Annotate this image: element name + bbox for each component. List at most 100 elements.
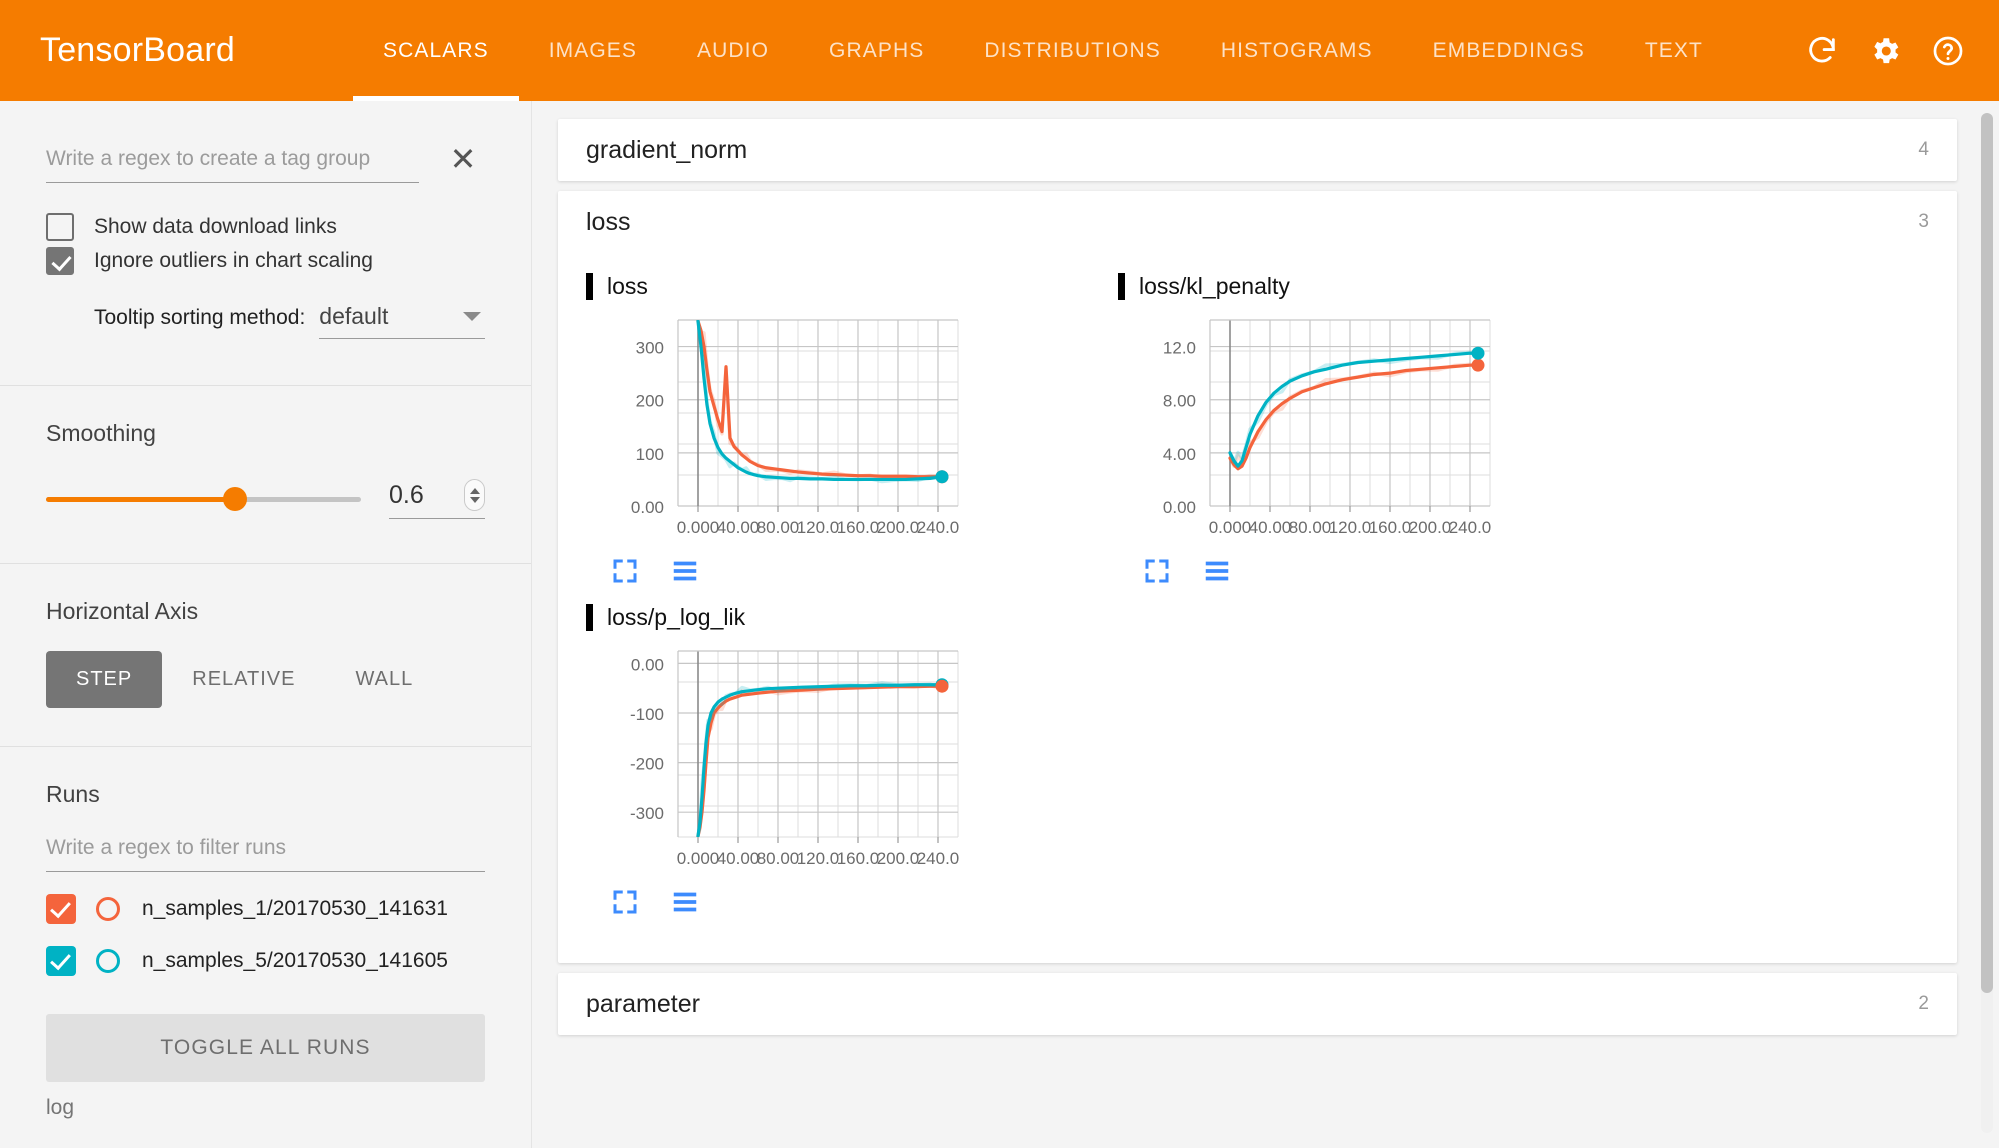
run-checkbox[interactable]	[46, 946, 76, 976]
chart-options: Show data download links Ignore outliers…	[0, 213, 531, 383]
svg-text:160.0: 160.0	[1369, 518, 1412, 537]
section-title: gradient_norm	[586, 135, 748, 164]
chart-plot[interactable]: 0.00 -100 -200 -300 0.000 40.00 80.00 120.0 160.…	[586, 641, 1118, 881]
ignore-outliers-row[interactable]: Ignore outliers in chart scaling	[46, 247, 485, 275]
stepper-up-icon[interactable]	[469, 487, 480, 494]
toggle-all-runs-button[interactable]: TOGGLE ALL RUNS	[46, 1014, 485, 1082]
scrollbar-thumb[interactable]	[1981, 113, 1993, 993]
section-title: parameter	[586, 989, 700, 1018]
tag-group-input[interactable]	[46, 147, 419, 183]
content-area: gradient_norm 4 loss 3 loss 300 200 100 0.0…	[532, 101, 1999, 1148]
tab-scalars[interactable]: SCALARS	[352, 0, 519, 101]
close-icon[interactable]: ✕	[441, 137, 485, 181]
run-name: n_samples_1/20170530_141631	[142, 897, 448, 920]
svg-text:0.000: 0.000	[677, 518, 720, 537]
svg-text:240.0: 240.0	[917, 849, 960, 868]
toggle-y-axis-icon[interactable]	[670, 556, 700, 586]
run-item-2[interactable]: n_samples_5/20170530_141605	[46, 946, 485, 976]
tab-histograms[interactable]: HISTOGRAMS	[1191, 0, 1403, 101]
ignore-outliers-label: Ignore outliers in chart scaling	[94, 249, 373, 272]
top-app-bar: TensorBoard SCALARS IMAGES AUDIO GRAPHS …	[0, 0, 1999, 101]
chart-plot[interactable]: 12.0 8.00 4.00 0.00 0.000 40.00 80.00 120.0 160.…	[1118, 310, 1650, 550]
svg-text:0.000: 0.000	[677, 849, 720, 868]
run-checkbox[interactable]	[46, 894, 76, 924]
axis-option-relative[interactable]: RELATIVE	[162, 651, 325, 708]
settings-gear-icon[interactable]	[1868, 34, 1902, 68]
run-item-1[interactable]: n_samples_1/20170530_141631	[46, 894, 485, 924]
tab-audio[interactable]: AUDIO	[667, 0, 799, 101]
section-count: 3	[1918, 211, 1929, 232]
section-count: 2	[1918, 993, 1929, 1014]
show-download-links-checkbox[interactable]	[46, 213, 74, 241]
tooltip-sorting-select[interactable]: default	[319, 303, 485, 339]
chart-color-bar	[586, 273, 593, 300]
expand-chart-icon[interactable]	[610, 887, 640, 917]
chart-title: loss	[607, 273, 648, 299]
svg-text:4.00: 4.00	[1163, 445, 1196, 464]
svg-text:40.00: 40.00	[717, 849, 760, 868]
axis-option-wall[interactable]: WALL	[325, 651, 443, 708]
tab-distributions[interactable]: DISTRIBUTIONS	[954, 0, 1190, 101]
chart-header: loss/kl_penalty	[1118, 273, 1650, 300]
chart-plot[interactable]: 300 200 100 0.00 0.000 40.00 80.00 120.0 160.0 20…	[586, 310, 1118, 550]
svg-text:200.0: 200.0	[877, 849, 920, 868]
toggle-y-axis-icon[interactable]	[1202, 556, 1232, 586]
smoothing-slider[interactable]	[46, 487, 361, 511]
tab-embeddings[interactable]: EMBEDDINGS	[1403, 0, 1615, 101]
expand-chart-icon[interactable]	[1142, 556, 1172, 586]
horizontal-axis-options: STEP RELATIVE WALL	[46, 651, 485, 708]
section-header[interactable]: gradient_norm 4	[558, 119, 1957, 181]
svg-text:40.00: 40.00	[717, 518, 760, 537]
stepper-down-icon[interactable]	[469, 496, 480, 503]
chart-color-bar	[1118, 273, 1125, 300]
runs-filter-input[interactable]	[46, 836, 485, 872]
chart-title: loss/p_log_lik	[607, 604, 746, 630]
chart-title: loss/kl_penalty	[1139, 273, 1290, 299]
run-color-swatch	[96, 897, 120, 921]
chart-actions	[586, 887, 1118, 917]
smoothing-slider-thumb[interactable]	[223, 487, 247, 511]
run-name: n_samples_5/20170530_141605	[142, 949, 448, 972]
svg-text:100: 100	[636, 445, 664, 464]
svg-text:240.0: 240.0	[1449, 518, 1492, 537]
section-count: 4	[1918, 139, 1929, 160]
ignore-outliers-checkbox[interactable]	[46, 247, 74, 275]
tab-text[interactable]: TEXT	[1615, 0, 1733, 101]
chart-header: loss/p_log_lik	[586, 604, 1118, 631]
smoothing-row: 0.6	[46, 479, 485, 519]
help-icon[interactable]	[1931, 34, 1965, 68]
svg-text:120.0: 120.0	[797, 518, 840, 537]
svg-text:160.0: 160.0	[837, 518, 880, 537]
svg-text:160.0: 160.0	[837, 849, 880, 868]
chart-color-bar	[586, 604, 593, 631]
chart-card-p-log-lik: loss/p_log_lik 0.00 -100 -200 -300 0.000 40.0…	[586, 604, 1118, 917]
run-color-swatch	[96, 949, 120, 973]
smoothing-value-field[interactable]: 0.6	[389, 479, 485, 519]
svg-text:40.00: 40.00	[1249, 518, 1292, 537]
section-header[interactable]: parameter 2	[558, 973, 1957, 1035]
chart-actions	[586, 556, 1118, 586]
svg-text:200: 200	[636, 392, 664, 411]
svg-text:8.00: 8.00	[1163, 392, 1196, 411]
section-loss: loss 3 loss 300 200 100 0.00 0.000 40.00 80.00…	[558, 191, 1957, 963]
toggle-y-axis-icon[interactable]	[670, 887, 700, 917]
tab-images[interactable]: IMAGES	[519, 0, 667, 101]
svg-text:200.0: 200.0	[877, 518, 920, 537]
smoothing-stepper[interactable]	[464, 479, 485, 511]
tab-graphs[interactable]: GRAPHS	[799, 0, 954, 101]
svg-text:0.00: 0.00	[631, 498, 664, 517]
tag-group-row: ✕	[0, 101, 531, 183]
horizontal-axis-section: Horizontal Axis STEP RELATIVE WALL	[0, 564, 531, 744]
vertical-scrollbar[interactable]	[1981, 113, 1993, 1133]
show-download-links-row[interactable]: Show data download links	[46, 213, 485, 241]
refresh-icon[interactable]	[1805, 34, 1839, 68]
section-header[interactable]: loss 3	[558, 191, 1957, 253]
smoothing-slider-fill	[46, 496, 235, 502]
nav-tabs: SCALARS IMAGES AUDIO GRAPHS DISTRIBUTION…	[352, 0, 1733, 101]
section-parameter: parameter 2	[558, 973, 1957, 1035]
expand-chart-icon[interactable]	[610, 556, 640, 586]
svg-text:200.0: 200.0	[1409, 518, 1452, 537]
axis-option-step[interactable]: STEP	[46, 651, 163, 708]
svg-text:120.0: 120.0	[797, 849, 840, 868]
svg-text:12.0: 12.0	[1163, 339, 1196, 358]
